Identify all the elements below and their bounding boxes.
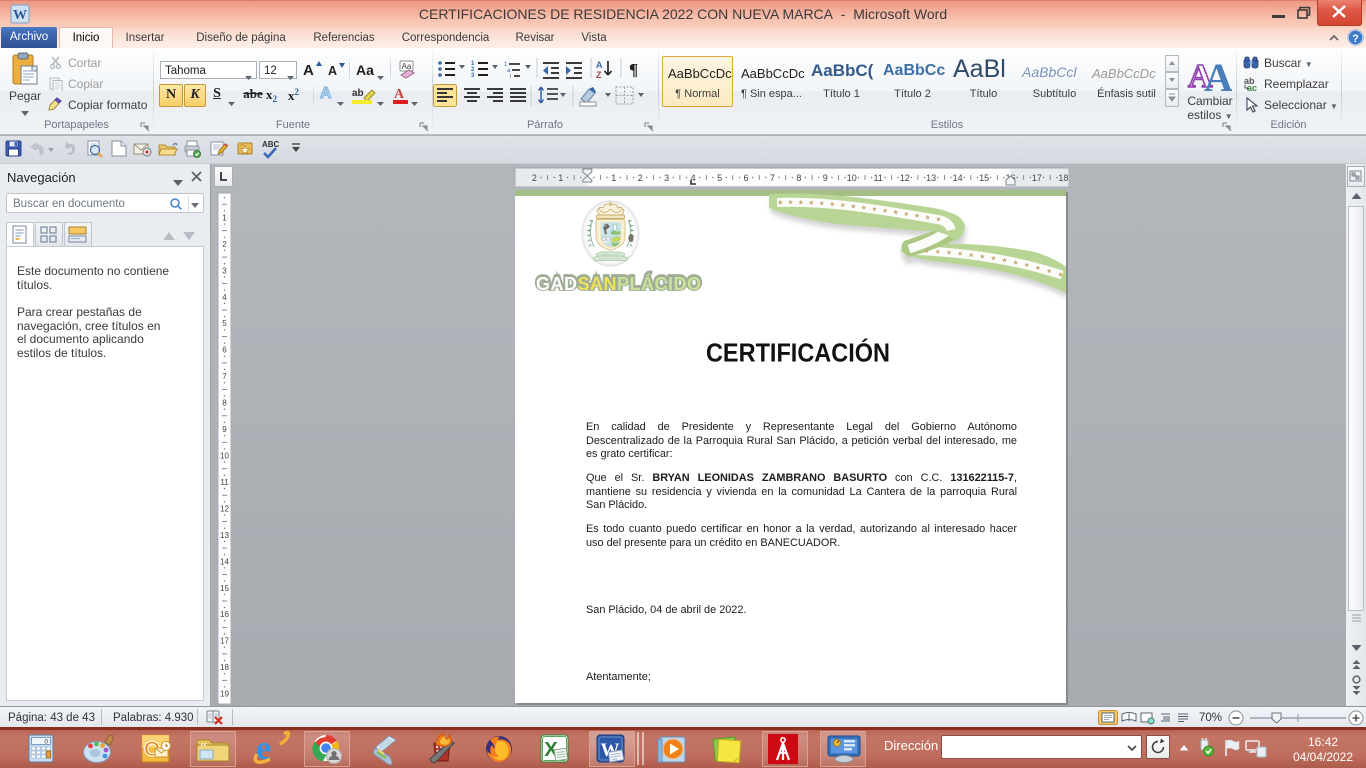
svg-text:ab: ab — [352, 88, 364, 99]
svg-text:8: 8 — [796, 173, 801, 183]
svg-text:A: A — [394, 87, 405, 102]
svg-text:15: 15 — [979, 173, 989, 183]
svg-text:Aa: Aa — [402, 62, 412, 71]
svg-text:8: 8 — [222, 399, 227, 408]
svg-text:Z: Z — [596, 70, 602, 80]
svg-text:i: i — [510, 74, 511, 80]
svg-text:2: 2 — [638, 173, 643, 183]
svg-text:6: 6 — [743, 173, 748, 183]
svg-text:1: 1 — [222, 213, 227, 222]
svg-text:17: 17 — [1032, 173, 1042, 183]
svg-text:17: 17 — [220, 637, 229, 646]
svg-text:11: 11 — [220, 478, 229, 487]
svg-text:W: W — [13, 8, 27, 23]
svg-text:11: 11 — [874, 173, 883, 183]
svg-text:9: 9 — [222, 425, 227, 434]
svg-text:19: 19 — [220, 690, 229, 699]
svg-text:7: 7 — [770, 173, 775, 183]
svg-text:18: 18 — [1058, 173, 1068, 183]
svg-text:18: 18 — [220, 663, 229, 672]
svg-text:ac: ac — [1247, 83, 1257, 92]
svg-text:16: 16 — [220, 610, 229, 619]
svg-text:15: 15 — [220, 584, 229, 593]
svg-text:ABC: ABC — [262, 140, 280, 149]
svg-text:9: 9 — [823, 173, 828, 183]
svg-text:3: 3 — [664, 173, 669, 183]
svg-text:10: 10 — [220, 452, 229, 461]
svg-text:2: 2 — [532, 173, 537, 183]
svg-text:A: A — [596, 60, 603, 70]
svg-text:14: 14 — [953, 173, 963, 183]
svg-text:5: 5 — [717, 173, 722, 183]
svg-text:12: 12 — [900, 173, 910, 183]
svg-text:7: 7 — [222, 372, 227, 381]
svg-text:4: 4 — [222, 293, 227, 302]
svg-text:3: 3 — [222, 266, 227, 275]
svg-text:¶: ¶ — [629, 60, 638, 79]
svg-text:13: 13 — [926, 173, 936, 183]
svg-text:14: 14 — [220, 557, 229, 566]
svg-text:0: 0 — [44, 739, 48, 746]
svg-text:?: ? — [1352, 33, 1359, 45]
svg-text:2: 2 — [222, 240, 227, 249]
svg-text:1: 1 — [611, 173, 616, 183]
svg-text:13: 13 — [220, 531, 229, 540]
svg-text:12: 12 — [220, 504, 229, 513]
svg-text:1: 1 — [558, 173, 563, 183]
svg-text:6: 6 — [222, 346, 227, 355]
svg-text:3: 3 — [471, 73, 475, 79]
svg-text:5: 5 — [222, 319, 227, 328]
svg-text:10: 10 — [847, 173, 857, 183]
svg-text:A: A — [1204, 55, 1232, 93]
